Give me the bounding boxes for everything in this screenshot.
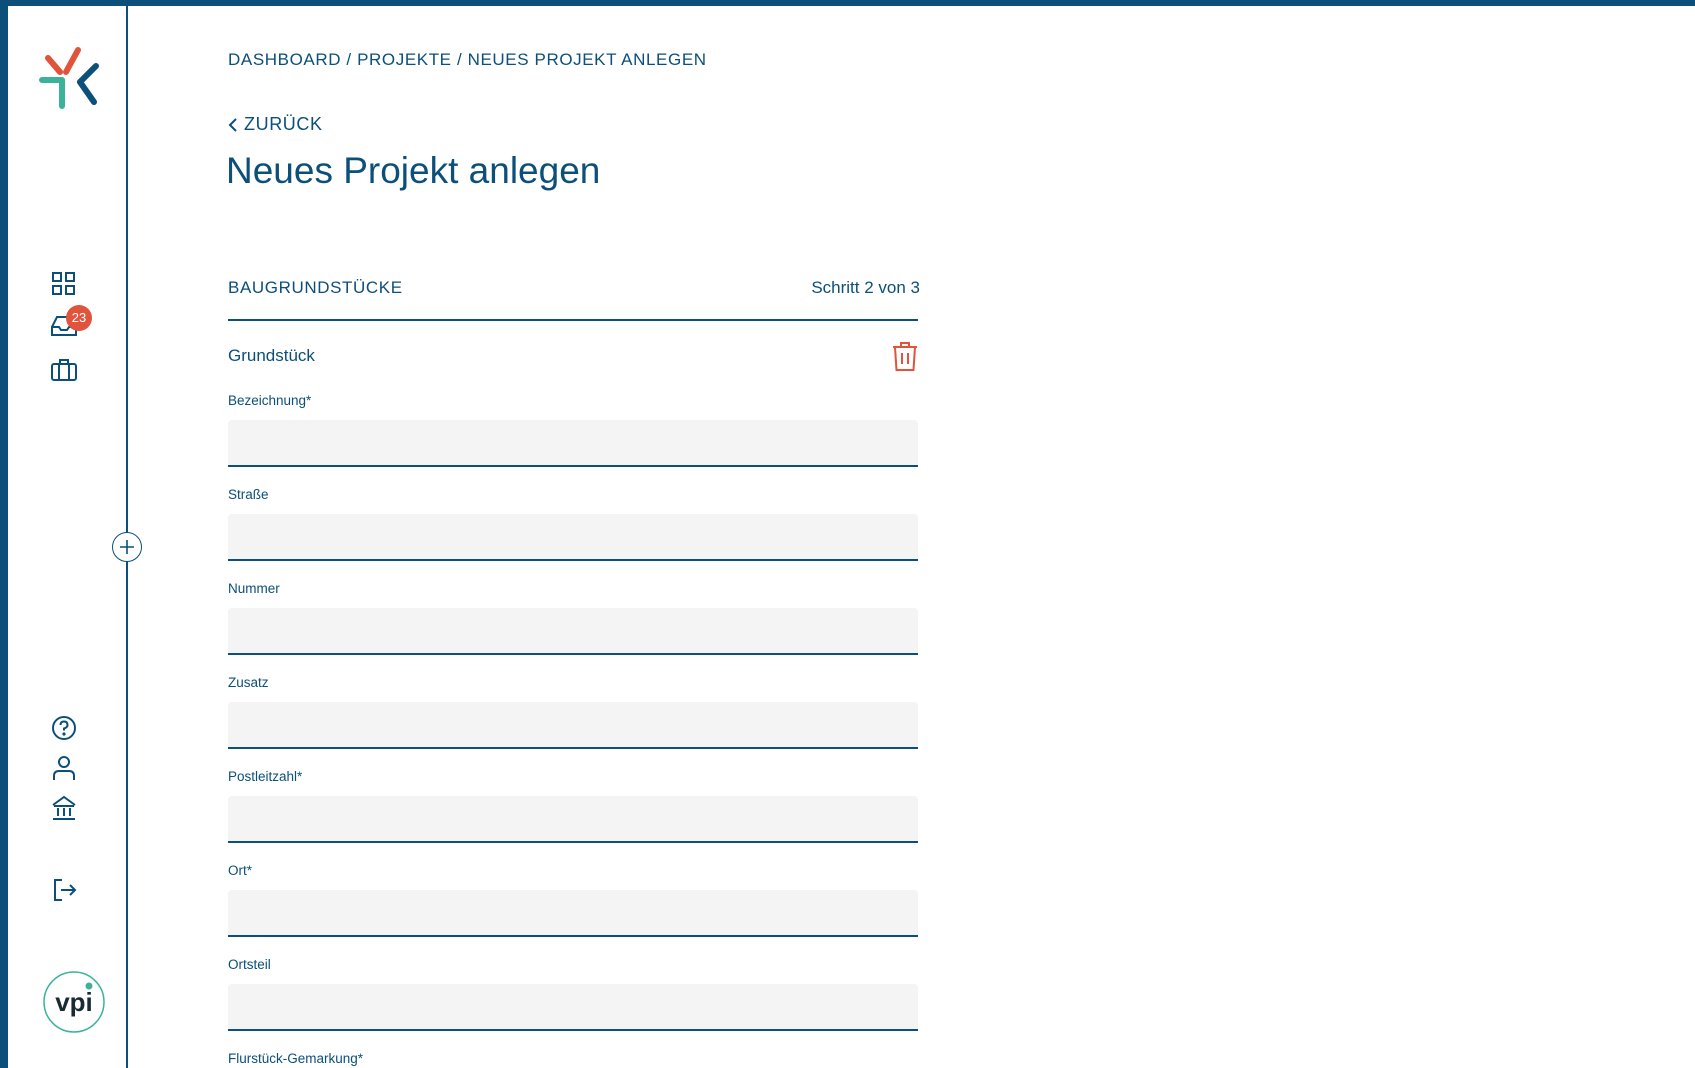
- breadcrumb-projekte[interactable]: PROJEKTE: [357, 50, 452, 69]
- breadcrumb-separator: /: [451, 50, 468, 69]
- breadcrumb-separator: /: [341, 50, 358, 69]
- step-indicator: Schritt 2 von 3: [811, 278, 920, 297]
- brand-logo-icon[interactable]: [34, 44, 104, 114]
- bezeichnung-input[interactable]: [228, 420, 918, 467]
- dashboard-grid-icon[interactable]: [50, 270, 78, 298]
- help-icon[interactable]: [50, 714, 78, 742]
- subsection-title: Grundstück: [228, 346, 315, 365]
- section-header: BAUGRUNDSTÜCKE Schritt 2 von 3: [228, 276, 920, 321]
- user-icon[interactable]: [50, 754, 78, 782]
- top-accent-bar: [0, 0, 1695, 6]
- ortsteil-input[interactable]: [228, 984, 918, 1031]
- postleitzahl-input[interactable]: [228, 796, 918, 843]
- breadcrumb: DASHBOARD / PROJEKTE / NEUES PROJEKT ANL…: [228, 50, 707, 70]
- back-label: ZURÜCK: [244, 114, 323, 134]
- plus-circle-icon[interactable]: [112, 532, 142, 562]
- section-title: BAUGRUNDSTÜCKE: [228, 278, 403, 297]
- breadcrumb-dashboard[interactable]: DASHBOARD: [228, 50, 341, 69]
- page-title: Neues Projekt anlegen: [226, 150, 601, 191]
- vpi-logo: vpi: [42, 970, 106, 1034]
- left-accent-bar: [0, 0, 8, 1068]
- label-postleitzahl: Postleitzahl*: [228, 769, 303, 784]
- strasse-input[interactable]: [228, 514, 918, 561]
- ort-input[interactable]: [228, 890, 918, 937]
- label-strasse: Straße: [228, 487, 269, 502]
- inbox-badge: 23: [66, 305, 92, 331]
- label-bezeichnung: Bezeichnung*: [228, 393, 312, 408]
- back-button[interactable]: ZURÜCK: [228, 114, 323, 135]
- vpi-logo-text: vpi: [55, 987, 93, 1017]
- nummer-input[interactable]: [228, 608, 918, 655]
- breadcrumb-current: NEUES PROJEKT ANLEGEN: [467, 50, 707, 69]
- label-ort: Ort*: [228, 863, 253, 878]
- label-zusatz: Zusatz: [228, 675, 269, 690]
- zusatz-input[interactable]: [228, 702, 918, 749]
- chevron-left-icon: [228, 117, 237, 132]
- label-nummer: Nummer: [228, 581, 280, 596]
- briefcase-icon[interactable]: [50, 356, 78, 384]
- bank-icon[interactable]: [50, 794, 78, 822]
- trash-icon[interactable]: [892, 342, 918, 372]
- sidebar: 23 vpi: [8, 6, 142, 1068]
- logout-icon[interactable]: [50, 876, 78, 904]
- label-flurstueck-gemarkung: Flurstück-Gemarkung*: [228, 1051, 364, 1066]
- label-ortsteil: Ortsteil: [228, 957, 271, 972]
